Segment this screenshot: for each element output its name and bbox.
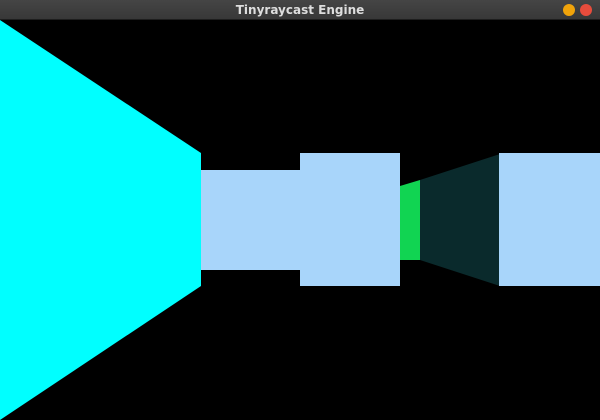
wall-green: [400, 180, 420, 260]
wall-light-blue-back: [201, 170, 301, 270]
raycast-viewport[interactable]: [0, 20, 600, 420]
scene-canvas: [0, 20, 600, 420]
close-button[interactable]: [580, 4, 592, 16]
wall-light-blue-center: [300, 153, 400, 286]
app-window: Tinyraycast Engine: [0, 0, 600, 420]
title-bar[interactable]: Tinyraycast Engine: [0, 0, 600, 20]
wall-light-blue-right: [499, 153, 600, 286]
window-title: Tinyraycast Engine: [235, 3, 365, 17]
minimize-button[interactable]: [563, 4, 575, 16]
